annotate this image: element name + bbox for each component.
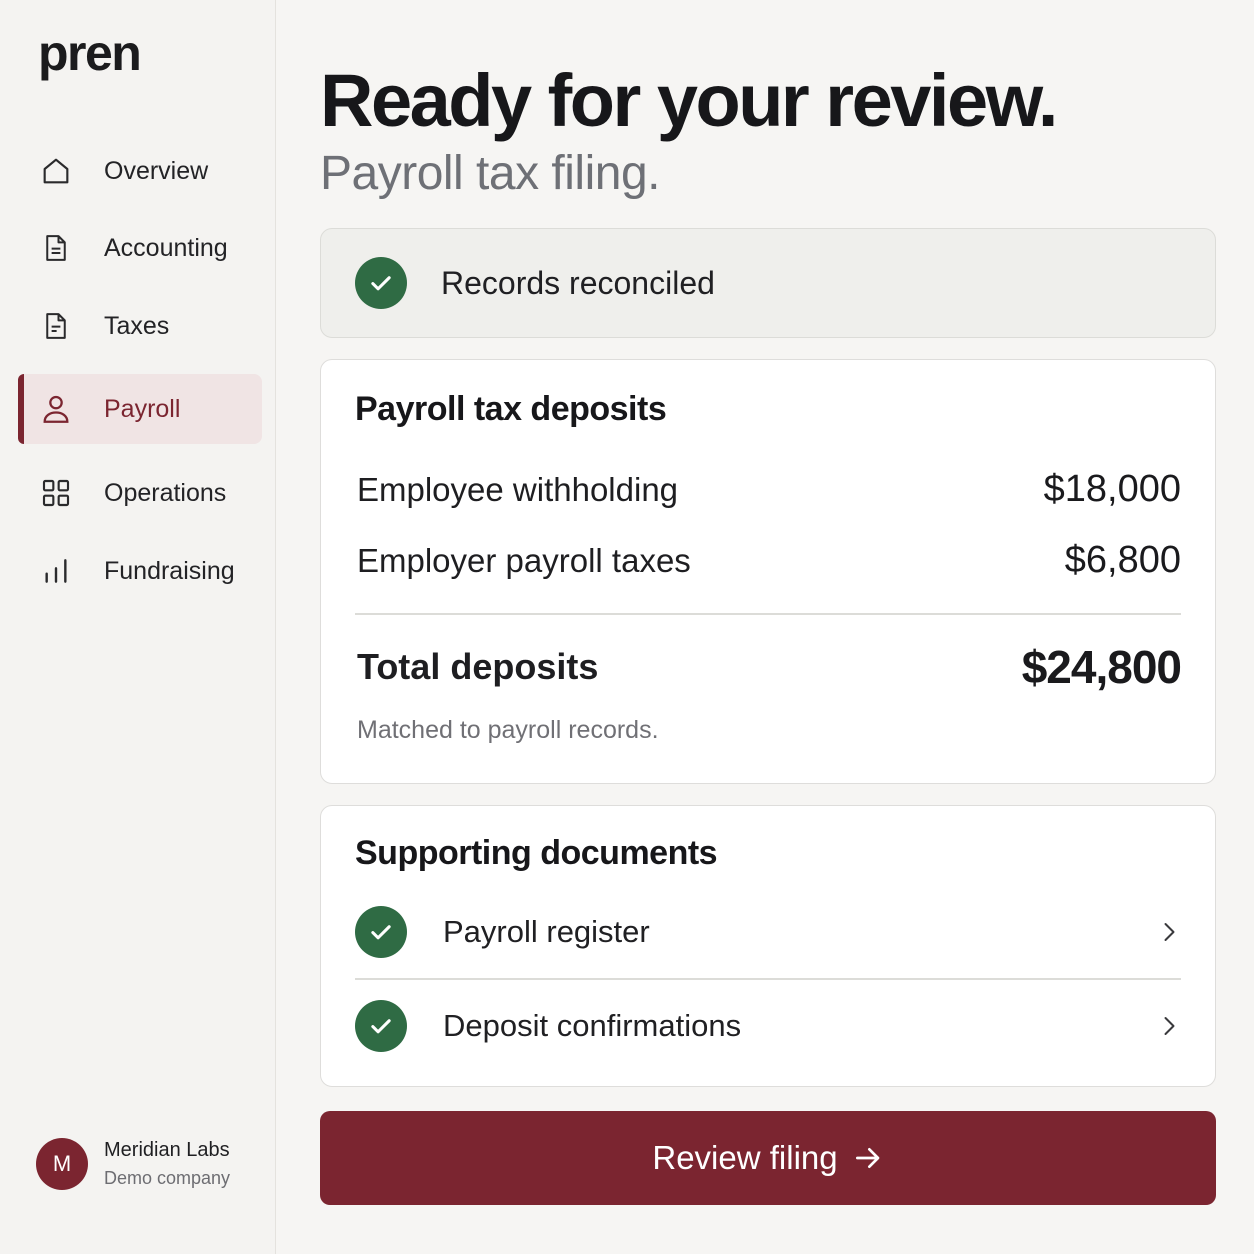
page-title: Ready for your review. — [320, 59, 1058, 142]
avatar: M — [36, 1138, 88, 1190]
sidebar-item-label: Operations — [104, 478, 227, 507]
sidebar: pren Overview Accounting Taxes Payroll O… — [0, 0, 276, 1254]
sidebar-item-accounting[interactable]: Accounting — [18, 213, 262, 283]
review-filing-label: Review filing — [652, 1139, 838, 1176]
deposit-row: Employee withholding $18,000 — [357, 468, 1181, 511]
documents-card: Supporting documents Payroll register De… — [320, 805, 1216, 1087]
deposit-row-label: Employer payroll taxes — [357, 541, 691, 579]
company-subtitle: Demo company — [104, 1168, 231, 1188]
sidebar-item-label: Taxes — [104, 311, 170, 340]
brand-logo[interactable]: pren — [38, 24, 142, 82]
deposit-row-value: $6,800 — [1064, 539, 1181, 581]
document-label: Payroll register — [443, 914, 650, 949]
sidebar-item-label: Overview — [104, 156, 209, 185]
review-filing-button[interactable]: Review filing — [320, 1111, 1216, 1205]
document-icon — [36, 306, 76, 346]
status-label: Records reconciled — [441, 264, 715, 301]
grid-icon — [36, 473, 76, 513]
deposit-row-value: $18,000 — [1043, 468, 1181, 510]
documents-title: Supporting documents — [355, 834, 718, 872]
total-value: $24,800 — [1021, 641, 1182, 693]
deposit-row-label: Employee withholding — [357, 470, 679, 508]
total-label: Total deposits — [357, 646, 599, 687]
page-subtitle: Payroll tax filing. — [320, 147, 660, 200]
account-info: Meridian Labs Demo company — [104, 1139, 230, 1189]
sidebar-item-label: Accounting — [104, 233, 228, 262]
account-switcher[interactable]: M Meridian Labs Demo company — [36, 1138, 230, 1190]
company-name: Meridian Labs — [104, 1139, 230, 1161]
deposits-title: Payroll tax deposits — [355, 390, 667, 428]
check-circle-icon — [355, 906, 407, 958]
status-banner: Records reconciled — [320, 228, 1216, 338]
sidebar-item-operations[interactable]: Operations — [18, 458, 262, 528]
deposits-card: Payroll tax deposits Employee withholdin… — [320, 359, 1216, 784]
sidebar-item-label: Payroll — [104, 394, 181, 423]
deposit-row: Employer payroll taxes $6,800 — [357, 539, 1181, 582]
bar-chart-icon — [36, 551, 76, 591]
check-circle-icon — [355, 1000, 407, 1052]
divider — [355, 613, 1181, 615]
chevron-right-icon — [1157, 1014, 1181, 1038]
sidebar-item-label: Fundraising — [104, 556, 235, 585]
sidebar-item-overview[interactable]: Overview — [18, 136, 262, 206]
divider — [355, 978, 1181, 980]
document-item-deposit-confirmations[interactable]: Deposit confirmations — [355, 996, 1181, 1056]
document-item-payroll-register[interactable]: Payroll register — [355, 902, 1181, 962]
sidebar-item-taxes[interactable]: Taxes — [18, 291, 262, 361]
chevron-right-icon — [1157, 920, 1181, 944]
sidebar-item-payroll[interactable]: Payroll — [18, 374, 262, 444]
match-note: Matched to payroll records. — [357, 716, 659, 744]
sidebar-item-fundraising[interactable]: Fundraising — [18, 536, 262, 606]
home-icon — [36, 151, 76, 191]
check-circle-icon — [355, 257, 407, 309]
document-label: Deposit confirmations — [443, 1008, 742, 1043]
user-icon — [36, 389, 76, 429]
arrow-right-icon — [852, 1142, 884, 1174]
document-icon — [36, 228, 76, 268]
total-row: Total deposits $24,800 — [357, 640, 1182, 694]
